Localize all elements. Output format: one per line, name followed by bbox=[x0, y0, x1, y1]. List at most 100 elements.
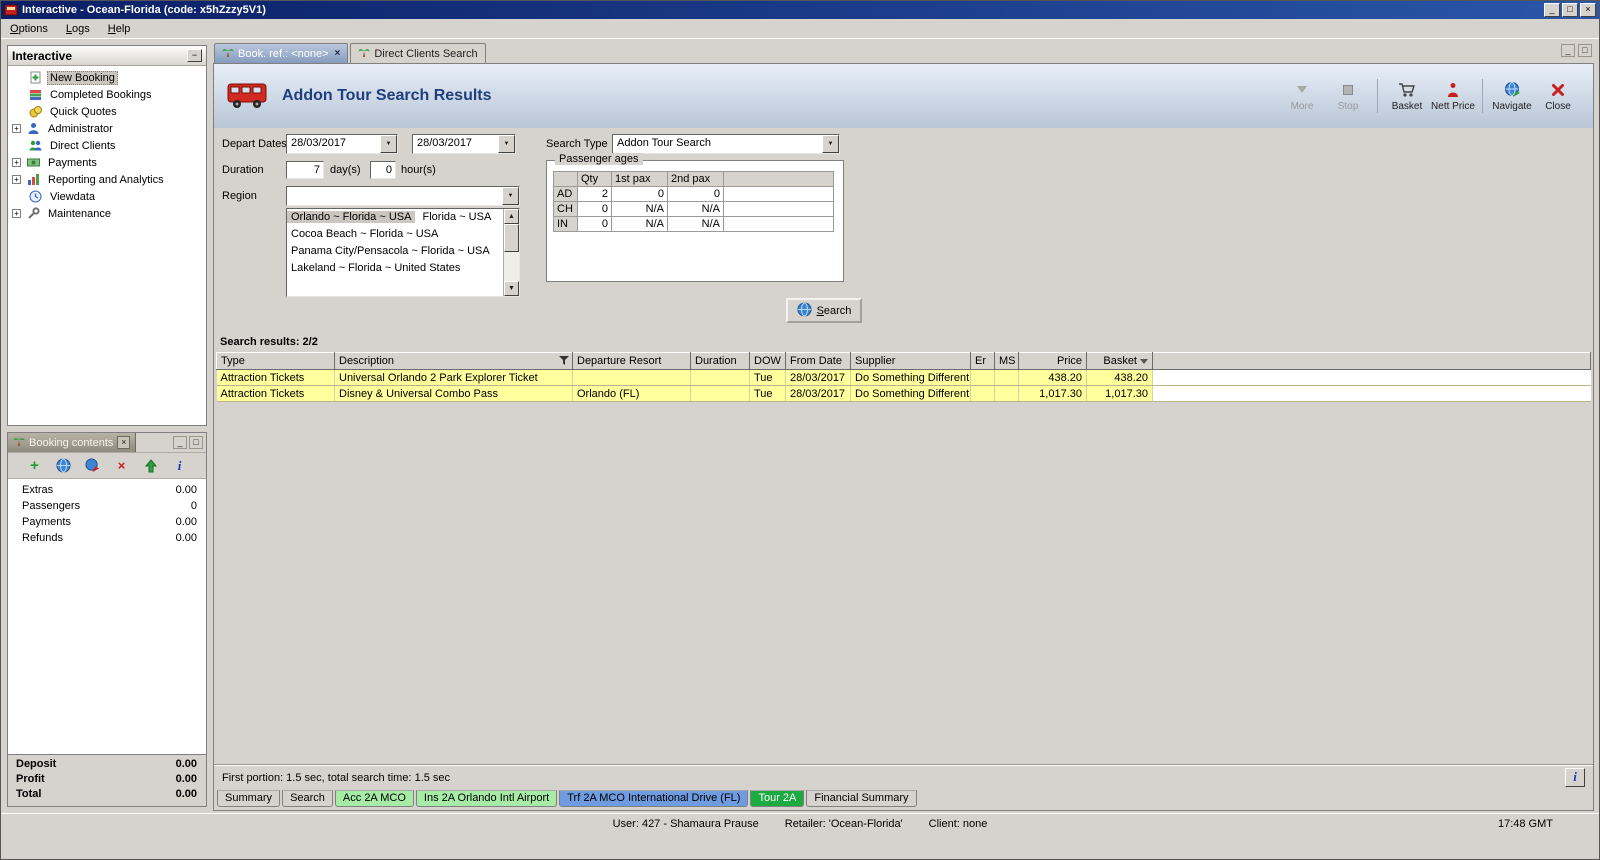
column-header-basket[interactable]: Basket bbox=[1086, 352, 1153, 370]
sidebar-item-administrator[interactable]: + Administrator bbox=[8, 120, 206, 137]
world-transfer-icon[interactable] bbox=[85, 458, 101, 474]
minimize-icon[interactable]: _ bbox=[1544, 3, 1560, 17]
region-option[interactable]: Cocoa Beach ~ Florida ~ USA bbox=[287, 228, 442, 240]
child-qty-cell[interactable]: 0 bbox=[577, 201, 612, 217]
expand-icon[interactable]: + bbox=[12, 124, 21, 133]
column-header-er[interactable]: Er bbox=[970, 352, 995, 370]
tab-trf-2a-mco[interactable]: Trf 2A MCO International Drive (FL) bbox=[559, 790, 749, 807]
tab-ins-2a-orlando[interactable]: Ins 2A Orlando Intl Airport bbox=[415, 790, 558, 807]
adult-qty-cell[interactable]: 2 bbox=[577, 186, 612, 202]
tab-acc-2a-mco[interactable]: Acc 2A MCO bbox=[334, 790, 414, 807]
result-row[interactable]: Attraction Tickets Universal Orlando 2 P… bbox=[216, 369, 1591, 386]
column-header-price[interactable]: Price bbox=[1018, 352, 1087, 370]
region-option[interactable]: Orlando ~ Florida ~ USA bbox=[287, 211, 416, 223]
sidebar-item-direct-clients[interactable]: Direct Clients bbox=[8, 137, 206, 154]
column-header-ms[interactable]: MS bbox=[994, 352, 1019, 370]
column-header-duration[interactable]: Duration bbox=[690, 352, 750, 370]
total-row: Total 0.00 bbox=[8, 788, 206, 803]
close-icon[interactable]: × bbox=[117, 436, 131, 449]
delete-icon[interactable]: × bbox=[114, 458, 130, 474]
sidebar-item-viewdata[interactable]: Viewdata bbox=[8, 188, 206, 205]
minimize-icon[interactable]: _ bbox=[1561, 44, 1575, 57]
sidebar-item-payments[interactable]: + Payments bbox=[8, 154, 206, 171]
chevron-down-icon[interactable]: ▼ bbox=[822, 135, 839, 153]
close-icon[interactable]: × bbox=[335, 48, 341, 59]
child-pax2-cell[interactable]: N/A bbox=[667, 201, 724, 217]
list-item[interactable]: Refunds 0.00 bbox=[8, 531, 206, 547]
adult-pax2-cell[interactable]: 0 bbox=[667, 186, 724, 202]
tab-direct-clients-search[interactable]: Direct Clients Search bbox=[350, 43, 486, 63]
add-icon[interactable]: + bbox=[27, 458, 43, 474]
column-header-dow[interactable]: DOW bbox=[749, 352, 786, 370]
sidebar-item-completed-bookings[interactable]: Completed Bookings bbox=[8, 86, 206, 103]
panel-collapse-icon[interactable]: − bbox=[187, 49, 202, 62]
infant-pax2-cell[interactable]: N/A bbox=[667, 216, 724, 232]
expand-icon[interactable]: + bbox=[12, 209, 21, 218]
info-button[interactable]: i bbox=[1565, 768, 1585, 787]
basket-button[interactable]: Basket bbox=[1384, 81, 1430, 112]
tab-financial-summary[interactable]: Financial Summary bbox=[806, 790, 917, 807]
sidebar-item-maintenance[interactable]: + Maintenance bbox=[8, 205, 206, 222]
filter-icon[interactable] bbox=[559, 356, 569, 369]
column-header-supplier[interactable]: Supplier bbox=[850, 352, 971, 370]
booking-contents-list: Extras 0.00 Passengers 0 Payments 0.00 R… bbox=[8, 479, 206, 754]
scrollbar[interactable]: ▲ ▼ bbox=[503, 209, 519, 296]
depart-date-from-combo[interactable]: 28/03/2017 ▼ bbox=[286, 134, 398, 154]
minimize-icon[interactable]: _ bbox=[173, 436, 187, 449]
restore-icon[interactable]: □ bbox=[189, 436, 203, 449]
tab-booking-ref[interactable]: Book. ref.: <none> × bbox=[214, 43, 349, 63]
duration-hours-input[interactable] bbox=[370, 161, 396, 179]
chevron-down-icon[interactable]: ▼ bbox=[498, 135, 515, 153]
result-row[interactable]: Attraction Tickets Disney & Universal Co… bbox=[216, 385, 1591, 402]
menu-help[interactable]: Help bbox=[99, 21, 140, 37]
region-combo[interactable]: ▼ bbox=[286, 186, 520, 206]
infant-pax1-cell[interactable]: N/A bbox=[611, 216, 668, 232]
tab-tour-2a[interactable]: Tour 2A bbox=[750, 790, 805, 807]
expand-icon[interactable]: + bbox=[12, 158, 21, 167]
child-pax1-cell[interactable]: N/A bbox=[611, 201, 668, 217]
menu-logs[interactable]: Logs bbox=[57, 21, 99, 37]
list-item[interactable]: Passengers 0 bbox=[8, 499, 206, 515]
list-item[interactable]: Extras 0.00 bbox=[8, 483, 206, 499]
navigate-button[interactable]: Navigate bbox=[1489, 81, 1535, 112]
column-header-description[interactable]: Description bbox=[334, 352, 573, 370]
column-header-type[interactable]: Type bbox=[216, 352, 335, 370]
infant-qty-cell[interactable]: 0 bbox=[577, 216, 612, 232]
sidebar-item-quick-quotes[interactable]: Quick Quotes bbox=[8, 103, 206, 120]
menu-options[interactable]: Options bbox=[1, 21, 57, 37]
search-timing-text: First portion: 1.5 sec, total search tim… bbox=[222, 771, 451, 784]
region-listbox[interactable]: Orlando ~ Florida ~ USA Florida ~ USA Co… bbox=[286, 208, 520, 297]
duration-days-input[interactable] bbox=[286, 161, 324, 179]
chevron-down-icon[interactable]: ▼ bbox=[502, 187, 519, 205]
tab-label: Book. ref.: <none> bbox=[238, 47, 329, 60]
booking-contents-tab[interactable]: Booking contents × bbox=[8, 433, 137, 452]
restore-icon[interactable]: □ bbox=[1578, 44, 1592, 57]
close-icon[interactable]: × bbox=[1580, 3, 1596, 17]
column-header-from-date[interactable]: From Date bbox=[785, 352, 851, 370]
search-type-label: Search Type bbox=[546, 138, 608, 150]
scroll-up-icon[interactable]: ▲ bbox=[504, 209, 519, 224]
scrollbar-thumb[interactable] bbox=[504, 224, 519, 252]
scroll-down-icon[interactable]: ▼ bbox=[504, 281, 519, 296]
close-page-button[interactable]: Close bbox=[1535, 81, 1581, 112]
depart-date-to-combo[interactable]: 28/03/2017 ▼ bbox=[412, 134, 516, 154]
sidebar-item-new-booking[interactable]: New Booking bbox=[8, 69, 206, 86]
search-type-combo[interactable]: Addon Tour Search ▼ bbox=[612, 134, 840, 154]
nett-price-button[interactable]: Nett Price bbox=[1430, 81, 1476, 112]
maximize-icon[interactable]: □ bbox=[1562, 3, 1578, 17]
move-up-icon[interactable] bbox=[143, 458, 159, 474]
chevron-down-icon[interactable]: ▼ bbox=[380, 135, 397, 153]
tab-summary[interactable]: Summary bbox=[217, 790, 281, 807]
region-option[interactable]: Florida ~ USA bbox=[419, 211, 496, 223]
sidebar-item-reporting-and-analytics[interactable]: + Reporting and Analytics bbox=[8, 171, 206, 188]
expand-icon[interactable]: + bbox=[12, 175, 21, 184]
region-option[interactable]: Lakeland ~ Florida ~ United States bbox=[287, 262, 464, 274]
tab-search[interactable]: Search bbox=[282, 790, 333, 807]
region-option[interactable]: Panama City/Pensacola ~ Florida ~ USA bbox=[287, 245, 494, 257]
world-icon[interactable] bbox=[56, 458, 72, 474]
column-header-departure-resort[interactable]: Departure Resort bbox=[572, 352, 691, 370]
info-icon[interactable]: i bbox=[172, 458, 188, 474]
list-item[interactable]: Payments 0.00 bbox=[8, 515, 206, 531]
adult-pax1-cell[interactable]: 0 bbox=[611, 186, 668, 202]
search-button[interactable]: Search bbox=[786, 298, 862, 323]
